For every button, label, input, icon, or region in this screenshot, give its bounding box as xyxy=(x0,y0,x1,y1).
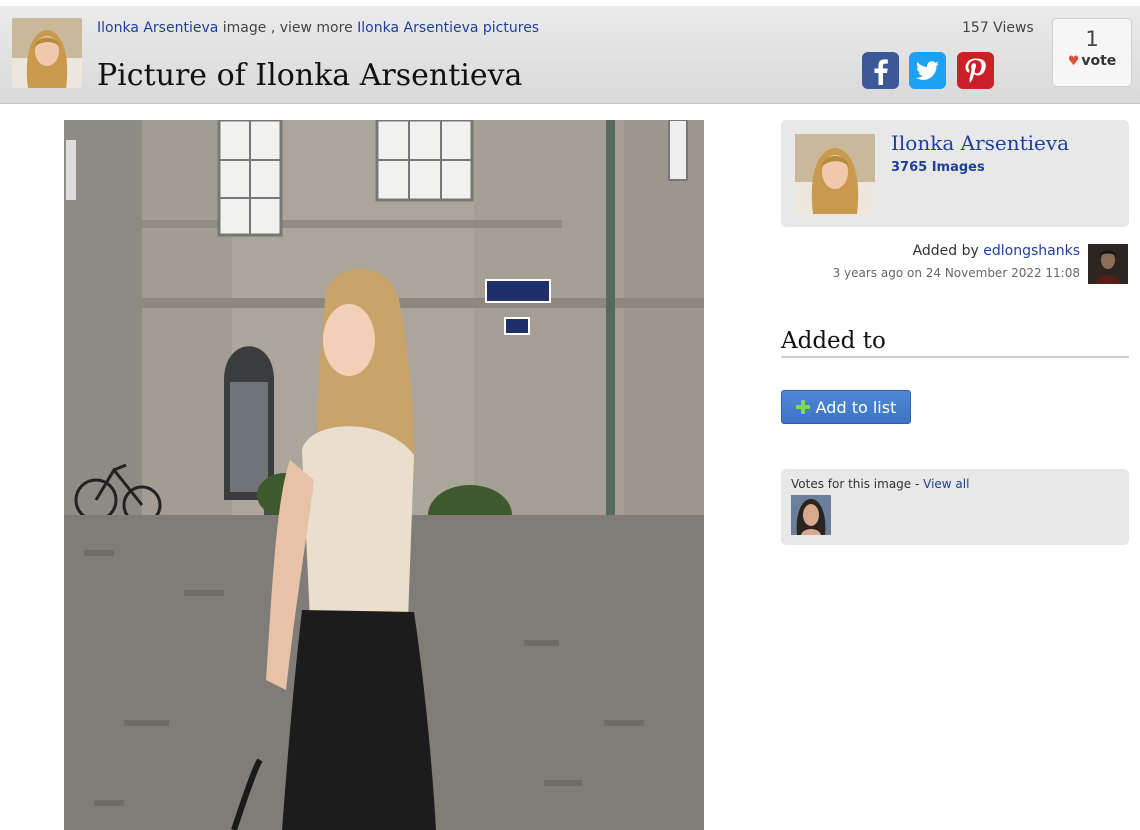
added-by: Added by edlongshanks xyxy=(913,243,1080,259)
artist-profile-card: Ilonka Arsentieva 3765 Images xyxy=(781,120,1129,227)
facebook-share-button[interactable] xyxy=(862,52,899,89)
voter-avatar[interactable] xyxy=(791,495,831,535)
view-all-votes-link[interactable]: View all xyxy=(923,477,969,491)
header-avatar[interactable] xyxy=(12,18,82,88)
uploader-link[interactable]: edlongshanks xyxy=(983,243,1080,259)
vote-button[interactable]: 1 ♥ vote xyxy=(1052,18,1132,87)
breadcrumb: Ilonka Arsentieva image , view more Ilon… xyxy=(97,20,539,36)
breadcrumb-pictures-link[interactable]: Ilonka Arsentieva pictures xyxy=(357,20,539,36)
heart-icon: ♥ xyxy=(1067,54,1080,69)
facebook-icon xyxy=(874,59,888,85)
votes-text: Votes for this image - View all xyxy=(791,477,969,491)
added-to-heading: Added to xyxy=(781,328,1129,358)
votes-label: Votes for this image - xyxy=(791,477,924,491)
artist-image-count-link[interactable]: 3765 Images xyxy=(891,160,985,175)
views-count: 157 Views xyxy=(962,20,1034,36)
vote-label: vote xyxy=(1081,53,1117,69)
artist-name-link[interactable]: Ilonka Arsentieva xyxy=(891,131,1069,155)
vote-label-wrap: ♥ vote xyxy=(1053,53,1131,69)
pinterest-icon xyxy=(965,58,986,83)
votes-card: Votes for this image - View all xyxy=(781,469,1129,545)
main-picture[interactable] xyxy=(64,120,704,830)
added-by-label: Added by xyxy=(912,243,984,259)
added-timestamp: 3 years ago on 24 November 2022 11:08 xyxy=(832,266,1080,280)
add-to-list-button[interactable]: Add to list xyxy=(781,390,911,424)
vote-count: 1 xyxy=(1085,27,1099,51)
pinterest-share-button[interactable] xyxy=(957,52,994,89)
breadcrumb-artist-link[interactable]: Ilonka Arsentieva xyxy=(97,20,218,36)
add-to-list-label: Add to list xyxy=(815,397,897,417)
artist-avatar[interactable] xyxy=(795,134,875,214)
twitter-icon xyxy=(915,61,939,80)
breadcrumb-text: image , view more xyxy=(218,20,358,36)
twitter-share-button[interactable] xyxy=(909,52,946,89)
uploader-avatar[interactable] xyxy=(1088,244,1128,284)
header-bar: Ilonka Arsentieva image , view more Ilon… xyxy=(0,6,1140,104)
plus-icon xyxy=(795,400,810,414)
page-title: Picture of Ilonka Arsentieva xyxy=(97,58,523,93)
